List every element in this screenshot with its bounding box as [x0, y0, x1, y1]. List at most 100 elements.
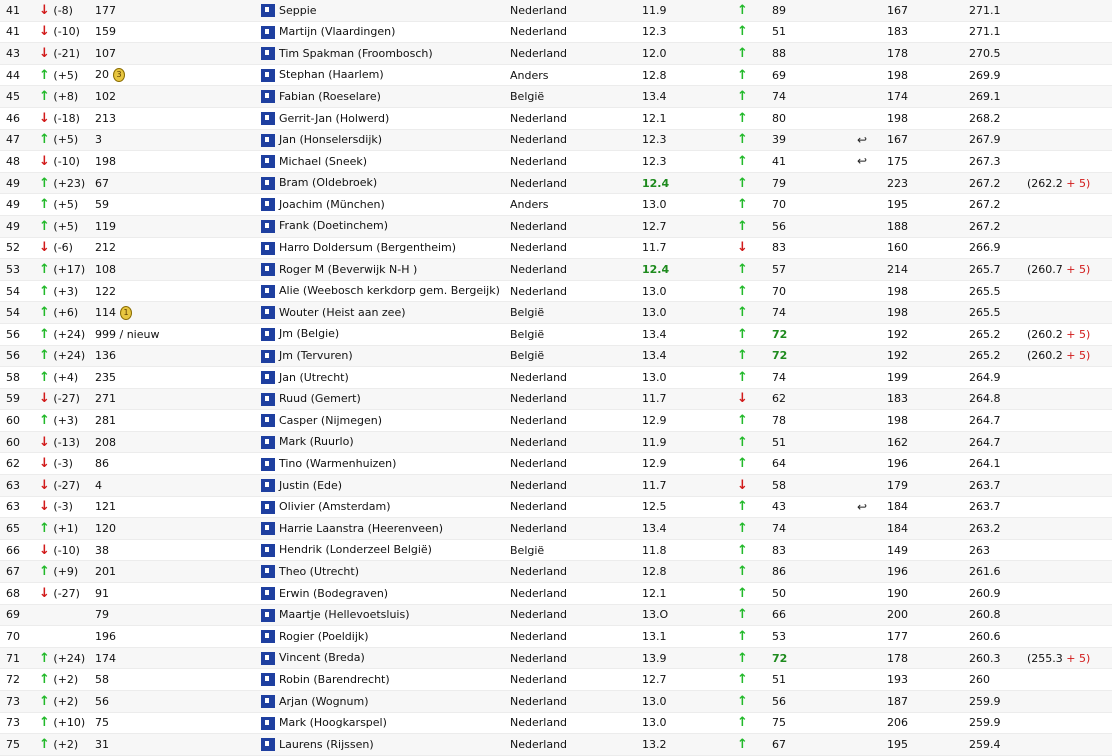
player-cell[interactable]: Mark (Hoogkarspel) — [255, 712, 504, 734]
team-icon[interactable] — [261, 716, 275, 730]
player-name[interactable]: Casper (Nijmegen) — [279, 414, 382, 427]
player-name[interactable]: Rogier (Poeldijk) — [279, 630, 369, 643]
team-icon[interactable] — [261, 371, 275, 385]
player-name[interactable]: Frank (Doetinchem) — [279, 219, 388, 232]
player-name[interactable]: Theo (Utrecht) — [279, 565, 359, 578]
player-name[interactable]: Ruud (Gemert) — [279, 392, 361, 405]
player-cell[interactable]: Bram (Oldebroek) — [255, 172, 504, 194]
player-name[interactable]: Olivier (Amsterdam) — [279, 500, 391, 513]
team-icon[interactable] — [261, 176, 275, 190]
player-cell[interactable]: Frank (Doetinchem) — [255, 215, 504, 238]
player-cell[interactable]: Stephan (Haarlem) — [255, 64, 504, 86]
player-cell[interactable]: Olivier (Amsterdam) — [255, 496, 504, 518]
team-icon[interactable] — [261, 651, 275, 665]
player-name[interactable]: Harro Doldersum (Bergentheim) — [279, 241, 456, 254]
player-name[interactable]: Maartje (Hellevoetsluis) — [279, 608, 410, 621]
player-name[interactable]: Laurens (Rijssen) — [279, 738, 374, 751]
player-name[interactable]: Jan (Utrecht) — [279, 371, 349, 384]
player-cell[interactable]: Hendrik (Londerzeel België) — [255, 539, 504, 561]
team-icon[interactable] — [261, 630, 275, 644]
player-cell[interactable]: Tim Spakman (Froombosch) — [255, 42, 504, 65]
team-icon[interactable] — [261, 565, 275, 579]
player-cell[interactable]: Joachim (München) — [255, 194, 504, 216]
player-cell[interactable]: Vincent (Breda) — [255, 647, 504, 669]
team-icon[interactable] — [261, 219, 275, 233]
player-cell[interactable]: Rogier (Poeldijk) — [255, 626, 504, 648]
player-name[interactable]: Seppie — [279, 4, 317, 17]
player-name[interactable]: Hendrik (Londerzeel België) — [279, 543, 432, 556]
player-name[interactable]: Justin (Ede) — [279, 479, 342, 492]
team-icon[interactable] — [261, 284, 275, 298]
team-icon[interactable] — [261, 90, 275, 104]
player-name[interactable]: Joachim (München) — [279, 198, 385, 211]
player-name[interactable]: Arjan (Wognum) — [279, 695, 369, 708]
player-name[interactable]: Bram (Oldebroek) — [279, 176, 377, 189]
team-icon[interactable] — [261, 133, 275, 147]
player-name[interactable]: Stephan (Haarlem) — [279, 68, 384, 81]
player-name[interactable]: Roger M (Beverwijk N-H ) — [279, 263, 417, 276]
team-icon[interactable] — [261, 155, 275, 169]
player-cell[interactable]: Jan (Honselersdijk) — [255, 129, 504, 151]
player-cell[interactable]: Erwin (Bodegraven) — [255, 583, 504, 605]
team-icon[interactable] — [261, 327, 275, 341]
player-cell[interactable]: Roger M (Beverwijk N-H ) — [255, 258, 504, 281]
player-cell[interactable]: Fabian (Roeselare) — [255, 85, 504, 108]
team-icon[interactable] — [261, 587, 275, 601]
team-icon[interactable] — [261, 543, 275, 557]
team-icon[interactable] — [261, 608, 275, 622]
team-icon[interactable] — [261, 47, 275, 61]
team-icon[interactable] — [261, 435, 275, 449]
team-icon[interactable] — [261, 392, 275, 406]
team-icon[interactable] — [261, 500, 275, 514]
player-name[interactable]: Jm (Tervuren) — [279, 349, 353, 362]
player-name[interactable]: Jm (Belgie) — [279, 327, 339, 340]
team-icon[interactable] — [261, 112, 275, 126]
player-cell[interactable]: Justin (Ede) — [255, 474, 504, 497]
player-cell[interactable]: Wouter (Heist aan zee) — [255, 301, 504, 324]
player-name[interactable]: Tino (Warmenhuizen) — [279, 457, 396, 470]
player-name[interactable]: Erwin (Bodegraven) — [279, 587, 388, 600]
team-icon[interactable] — [261, 738, 275, 752]
player-cell[interactable]: Laurens (Rijssen) — [255, 733, 504, 756]
team-icon[interactable] — [261, 25, 275, 39]
team-icon[interactable] — [261, 522, 275, 536]
team-icon[interactable] — [261, 68, 275, 82]
team-icon[interactable] — [261, 457, 275, 471]
team-icon[interactable] — [261, 695, 275, 709]
player-name[interactable]: Mark (Ruurlo) — [279, 435, 354, 448]
player-cell[interactable]: Michael (Sneek) — [255, 151, 504, 173]
player-cell[interactable]: Mark (Ruurlo) — [255, 431, 504, 453]
player-cell[interactable]: Ruud (Gemert) — [255, 388, 504, 410]
player-cell[interactable]: Seppie — [255, 0, 504, 22]
player-name[interactable]: Fabian (Roeselare) — [279, 90, 381, 103]
player-cell[interactable]: Robin (Barendrecht) — [255, 669, 504, 691]
player-cell[interactable]: Jm (Belgie) — [255, 323, 504, 345]
team-icon[interactable] — [261, 349, 275, 363]
player-cell[interactable]: Tino (Warmenhuizen) — [255, 453, 504, 475]
player-name[interactable]: Harrie Laanstra (Heerenveen) — [279, 522, 443, 535]
player-cell[interactable]: Maartje (Hellevoetsluis) — [255, 604, 504, 626]
player-name[interactable]: Alie (Weebosch kerkdorp gem. Bergeijk) — [279, 284, 500, 297]
team-icon[interactable] — [261, 414, 275, 428]
player-name[interactable]: Martijn (Vlaardingen) — [279, 25, 395, 38]
team-icon[interactable] — [261, 263, 275, 277]
player-name[interactable]: Michael (Sneek) — [279, 155, 367, 168]
team-icon[interactable] — [261, 198, 275, 212]
player-cell[interactable]: Arjan (Wognum) — [255, 690, 504, 713]
player-name[interactable]: Robin (Barendrecht) — [279, 673, 390, 686]
player-cell[interactable]: Jm (Tervuren) — [255, 345, 504, 367]
player-cell[interactable]: Gerrit-Jan (Holwerd) — [255, 107, 504, 129]
team-icon[interactable] — [261, 306, 275, 320]
player-name[interactable]: Jan (Honselersdijk) — [279, 133, 382, 146]
player-name[interactable]: Vincent (Breda) — [279, 651, 365, 664]
player-name[interactable]: Wouter (Heist aan zee) — [279, 306, 406, 319]
player-cell[interactable]: Harrie Laanstra (Heerenveen) — [255, 517, 504, 540]
team-icon[interactable] — [261, 241, 275, 255]
player-name[interactable]: Gerrit-Jan (Holwerd) — [279, 112, 389, 125]
player-cell[interactable]: Casper (Nijmegen) — [255, 410, 504, 432]
team-icon[interactable] — [261, 4, 275, 18]
team-icon[interactable] — [261, 479, 275, 493]
player-cell[interactable]: Martijn (Vlaardingen) — [255, 21, 504, 43]
player-name[interactable]: Tim Spakman (Froombosch) — [279, 47, 433, 60]
player-cell[interactable]: Theo (Utrecht) — [255, 560, 504, 583]
